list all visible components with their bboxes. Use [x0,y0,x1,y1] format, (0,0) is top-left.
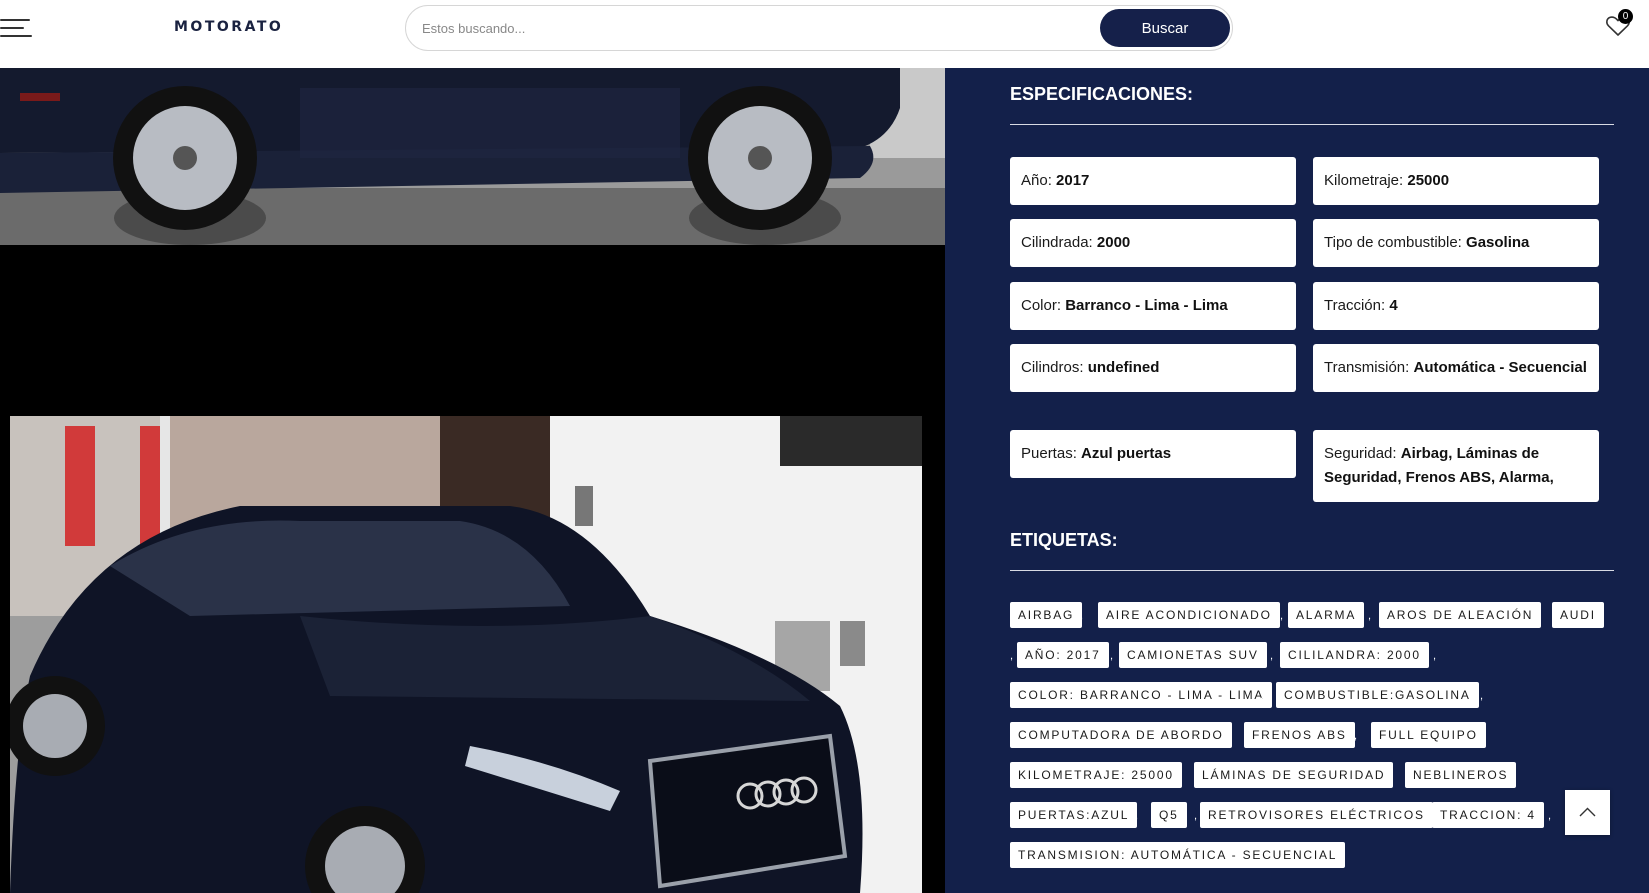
tag-item[interactable]: FRENOS ABS [1244,722,1355,748]
tag-row: KILOMETRAJE: 25000 , LÁMINAS DE SEGURIDA… [1010,762,1614,802]
search-bar: Buscar [405,5,1233,51]
tag-item[interactable]: AIRBAG [1010,602,1083,628]
search-input[interactable] [422,6,1062,50]
tag-item[interactable]: Q5 [1151,802,1187,828]
site-logo[interactable]: MOTORATO [174,19,283,35]
tag-item[interactable]: COMBUSTIBLE:GASOLINA [1276,682,1479,708]
separator: , [1433,650,1437,662]
separator: , [1368,610,1372,622]
tag-item[interactable]: TRANSMISION: AUTOMÁTICA - SECUENCIAL [1010,842,1346,868]
spec-safety: Seguridad: Airbag, Láminas de Seguridad,… [1313,430,1599,502]
tag-item[interactable]: AIRE ACONDICIONADO [1098,602,1280,628]
separator: , [1194,810,1198,822]
tag-item[interactable]: KILOMETRAJE: 25000 [1010,762,1182,788]
site-header: MOTORATO Buscar 0 [0,0,1649,68]
tag-item[interactable]: AÑO: 2017 [1017,642,1109,668]
tag-row: PUERTAS:AZUL , Q5 , RETROVISORES ELÉCTRI… [1010,802,1614,842]
spec-color: Color: Barranco - Lima - Lima [1010,282,1296,330]
separator: , [1280,610,1284,622]
photo-gap [0,245,945,415]
specs-title: ESPECIFICACIONES: [1010,84,1194,104]
separator: , [1422,810,1426,822]
separator: , [1010,650,1014,662]
separator: , [1173,770,1177,782]
tag-item[interactable]: COLOR: BARRANCO - LIMA - LIMA [1010,682,1273,708]
tag-item[interactable]: TRACCION: 4 [1432,802,1544,828]
details-panel: ESPECIFICACIONES: Año: 2017 Kilometraje:… [945,68,1649,893]
separator: , [1223,730,1227,742]
menu-icon[interactable] [0,14,34,42]
search-button[interactable]: Buscar [1100,9,1230,47]
spec-year: Año: 2017 [1010,157,1296,205]
tag-item[interactable]: AROS DE ALEACIÓN [1379,602,1542,628]
tag-item[interactable]: CILILANDRA: 2000 [1280,642,1429,668]
tag-item[interactable]: RETROVISORES ELÉCTRICOS [1200,802,1433,828]
separator: , [1538,610,1542,622]
tag-list: AIRBAG , AIRE ACONDICIONADO , ALARMA , A… [1010,602,1614,882]
tag-item[interactable]: COMPUTADORA DE ABORDO [1010,722,1232,748]
tag-item[interactable]: CAMIONETAS SUV [1119,642,1267,668]
tag-row: AIRBAG , AIRE ACONDICIONADO , ALARMA , A… [1010,602,1614,642]
spec-transmission: Transmisión: Automática - Secuencial [1313,344,1599,392]
spec-doors: Puertas: Azul puertas [1010,430,1296,478]
spec-displacement: Cilindrada: 2000 [1010,219,1296,267]
spec-fuel: Tipo de combustible: Gasolina [1313,219,1599,267]
divider [1010,124,1614,125]
spec-cylinders: Cilindros: undefined [1010,344,1296,392]
car-photo-front[interactable] [10,416,922,893]
separator: , [1389,770,1393,782]
separator: , [1480,690,1484,702]
separator: , [1135,810,1139,822]
tag-item[interactable]: PUERTAS:AZUL [1010,802,1138,828]
tag-item[interactable]: AUDI [1552,602,1604,628]
spec-mileage: Kilometraje: 25000 [1313,157,1599,205]
tag-row: , AÑO: 2017 , CAMIONETAS SUV , CILILANDR… [1010,642,1614,682]
car-photo-frame [0,415,945,893]
separator: , [1354,730,1358,742]
separator: , [1270,650,1274,662]
separator: , [1548,810,1552,822]
tag-row: TRANSMISION: AUTOMÁTICA - SECUENCIAL [1010,842,1614,882]
divider [1010,570,1614,571]
back-to-top-button[interactable] [1565,790,1610,835]
spec-traction: Tracción: 4 [1313,282,1599,330]
tag-item[interactable]: ALARMA [1288,602,1365,628]
separator: , [1080,610,1084,622]
separator: , [1260,690,1264,702]
car-photo-side[interactable] [0,68,945,245]
tag-item[interactable]: FULL EQUIPO [1371,722,1486,748]
tag-row: COLOR: BARRANCO - LIMA - LIMA , COMBUSTI… [1010,682,1614,722]
chevron-up-icon [1579,807,1596,817]
separator: , [1110,650,1114,662]
tags-title: ETIQUETAS: [1010,530,1118,550]
tag-item[interactable]: LÁMINAS DE SEGURIDAD [1194,762,1394,788]
wishlist-count-badge: 0 [1618,9,1633,24]
tag-item[interactable]: NEBLINEROS [1405,762,1517,788]
tag-row: COMPUTADORA DE ABORDO , FRENOS ABS , FUL… [1010,722,1614,762]
